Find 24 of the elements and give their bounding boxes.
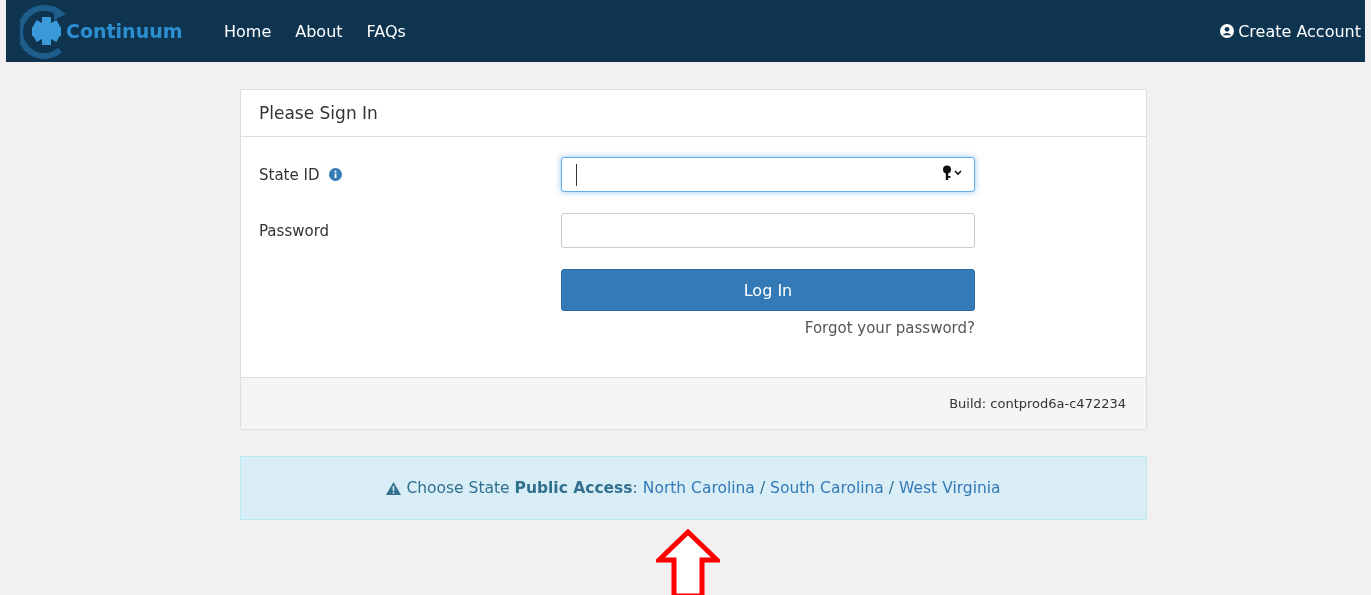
key-icon[interactable] [942, 164, 964, 181]
field-label: State ID [259, 165, 320, 184]
state-link[interactable]: North Carolina [642, 479, 755, 497]
state-link[interactable]: West Virginia [899, 479, 1001, 497]
user-icon [1220, 24, 1235, 38]
nav-link[interactable]: FAQs [366, 21, 406, 41]
panel-title: Please Sign In [259, 103, 378, 123]
input-field[interactable] [561, 213, 975, 248]
input-field[interactable] [561, 157, 975, 192]
forgot-password-link[interactable]: Forgot your password? [804, 319, 975, 337]
nav-link[interactable]: Home [224, 21, 272, 41]
info-icon[interactable] [329, 168, 343, 181]
nav-link[interactable]: About [295, 21, 343, 41]
link-separator: / [888, 479, 895, 497]
annotation-arrow [656, 529, 720, 595]
build-label: Build: contprod6a-c472234 [949, 396, 1126, 411]
state-link[interactable]: South Carolina [770, 479, 884, 497]
alert-text: Choose State Public Access: [406, 479, 638, 497]
create-account-link[interactable]: Create Account [1220, 21, 1361, 41]
brand-logo[interactable]: Continuum [20, 2, 210, 60]
link-separator: / [759, 479, 766, 497]
warning-icon [386, 481, 402, 495]
log-in-button[interactable]: Log In [561, 269, 975, 311]
field-label: Password [259, 221, 330, 240]
